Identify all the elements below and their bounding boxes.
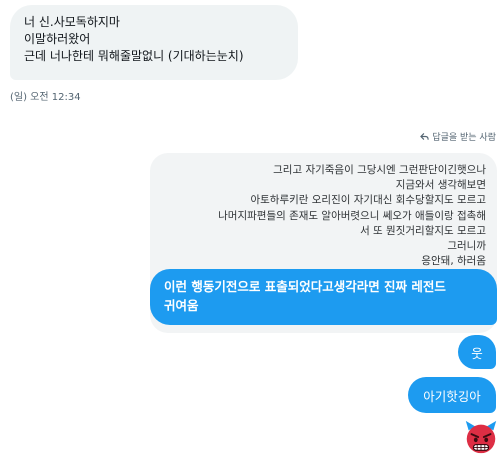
incoming-message-bubble[interactable]: 너 신.사모독하지마 이말하러왔어 근데 너나한테 뭐해줄말없니 (기대하는눈치… bbox=[10, 5, 298, 80]
outgoing-message-text: 아기핫깅아 bbox=[423, 388, 481, 404]
outgoing-message-bubble[interactable]: 아기핫깅아 bbox=[408, 377, 496, 413]
incoming-message-line: 너 신.사모독하지마 bbox=[24, 15, 120, 29]
outgoing-message-text: 웃 bbox=[471, 345, 483, 361]
reply-arrow-icon bbox=[420, 133, 429, 140]
message-timestamp: (일) 오전 12:34 bbox=[10, 92, 81, 103]
incoming-message-line: 이말하러왔어 bbox=[24, 32, 91, 46]
outgoing-message-line: 이런 행동기전으로 표출되었다고생각라면 진짜 레전드 bbox=[164, 279, 446, 294]
quoted-message-line: 응안돼, 하러옴 bbox=[421, 255, 486, 268]
angry-devil-emoji-icon[interactable] bbox=[462, 418, 500, 456]
outgoing-message-bubble[interactable]: 웃 bbox=[458, 335, 496, 369]
reply-header: 답글을 받는 사람 bbox=[420, 130, 496, 143]
reply-label-text: 답글을 받는 사람 bbox=[432, 133, 496, 143]
outgoing-message-line: 귀여움 bbox=[164, 298, 199, 313]
quoted-message-line: 아토하루키란 오리진이 자기대신 회수당할지도 모르고 bbox=[250, 194, 486, 207]
dm-conversation: 너 신.사모독하지마 이말하러왔어 근데 너나한테 뭐해줄말없니 (기대하는눈치… bbox=[0, 0, 504, 459]
quoted-message-line: 그리고 자기죽음이 그당시엔 그런판단이긴햇으나 bbox=[273, 164, 486, 176]
quoted-message-line: 나머지파편들의 존재도 알아버렷으니 쎄오가 애들이랑 접촉해 bbox=[218, 209, 486, 222]
quoted-message-line: 서 또 뭔짓거리할지도 모르고 bbox=[360, 224, 486, 237]
outgoing-message-bubble[interactable]: 이런 행동기전으로 표출되었다고생각라면 진짜 레전드 귀여움 bbox=[150, 269, 497, 325]
quoted-message-line: 그러니까 bbox=[447, 240, 486, 253]
quoted-message-line: 지금와서 생각해보면 bbox=[395, 179, 486, 192]
incoming-message-line: 근데 너나한테 뭐해줄말없니 (기대하는눈치) bbox=[24, 49, 244, 63]
